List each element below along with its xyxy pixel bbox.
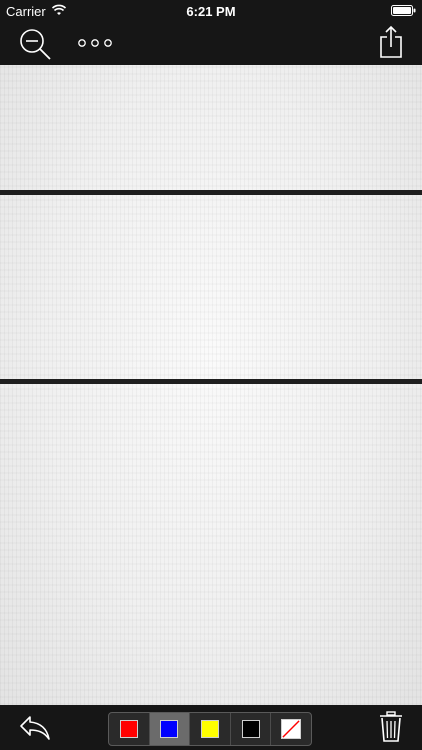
drawing-canvas[interactable]: [0, 65, 422, 705]
status-bar: Carrier 6:21 PM: [0, 0, 422, 22]
yellow-swatch: [200, 720, 219, 738]
battery-icon: [391, 5, 416, 16]
paper-texture: [0, 65, 422, 705]
eraser-icon: [281, 719, 302, 739]
status-time: 6:21 PM: [186, 4, 236, 19]
top-toolbar: [0, 22, 422, 65]
blue-swatch: [160, 720, 179, 738]
undo-icon[interactable]: [18, 713, 52, 741]
eraser-button[interactable]: [271, 713, 311, 745]
black-swatch: [241, 720, 260, 738]
color-swatch-black[interactable]: [231, 713, 272, 745]
color-palette: [108, 712, 312, 746]
panel-divider: [0, 190, 422, 195]
bottom-toolbar: [0, 705, 422, 750]
trash-icon[interactable]: [378, 711, 404, 743]
color-swatch-red[interactable]: [109, 713, 150, 745]
share-icon[interactable]: [378, 25, 404, 59]
color-swatch-blue[interactable]: [149, 713, 191, 745]
panel-divider: [0, 379, 422, 384]
red-swatch: [119, 720, 138, 738]
more-options-icon[interactable]: [77, 34, 113, 52]
color-swatch-yellow[interactable]: [190, 713, 231, 745]
zoom-out-icon[interactable]: [18, 27, 52, 61]
